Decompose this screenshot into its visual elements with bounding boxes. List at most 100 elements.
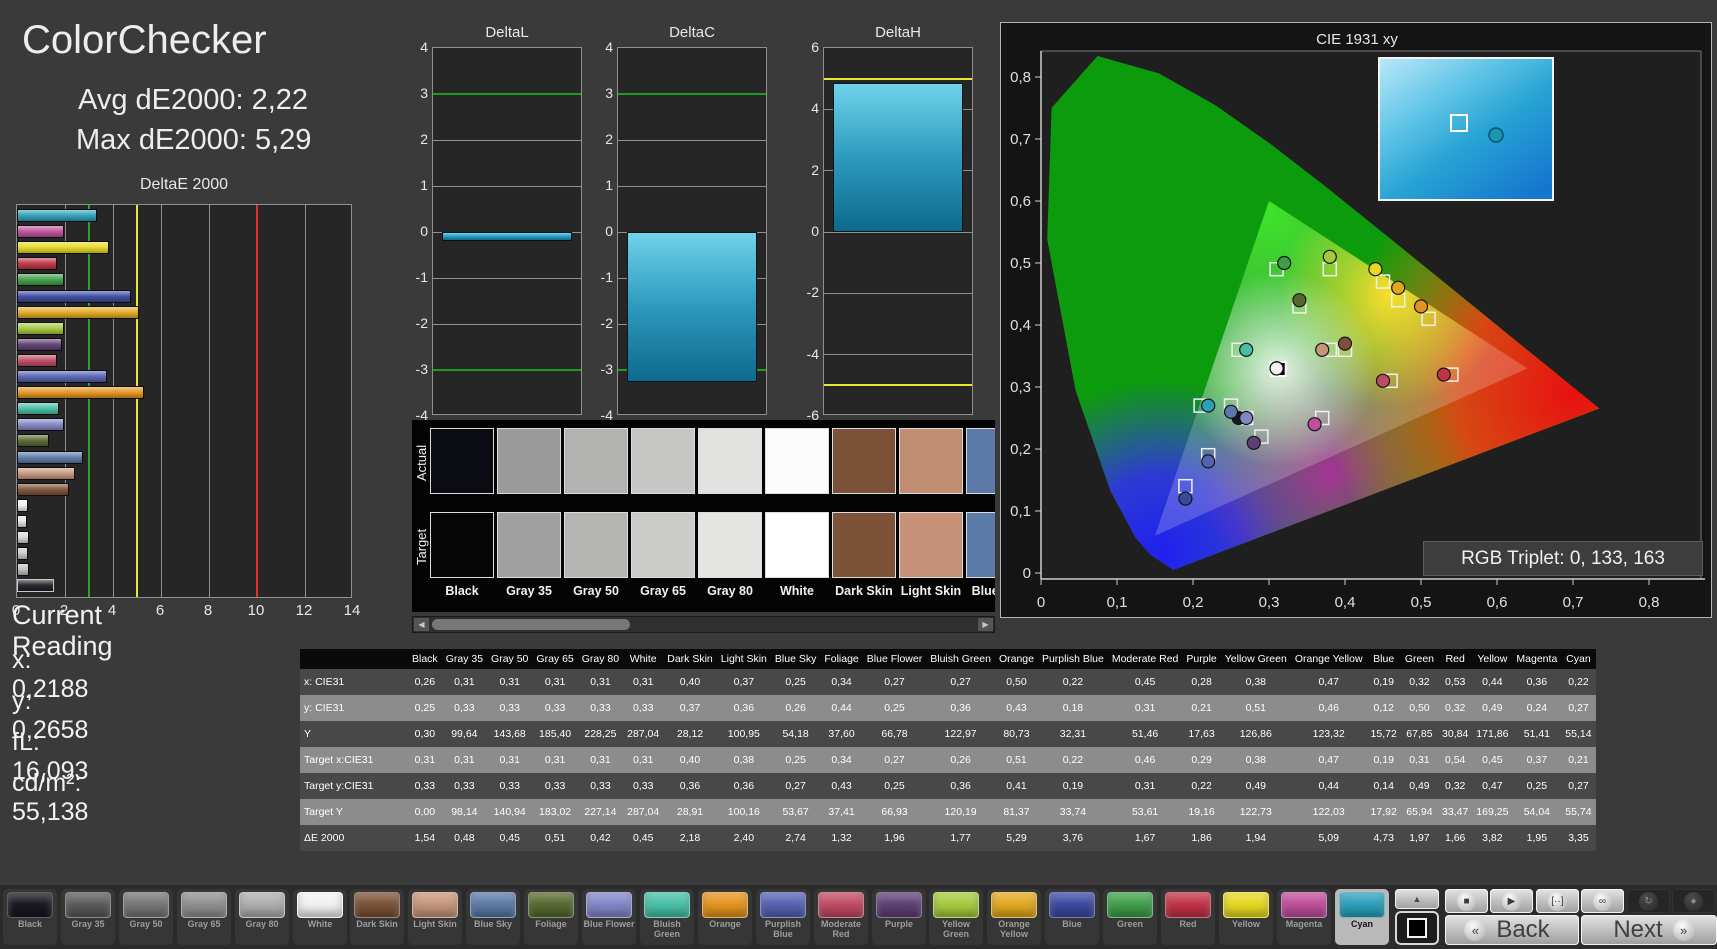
table-column-header: White bbox=[623, 649, 664, 669]
mini-chart-title: DeltaC bbox=[669, 24, 715, 41]
table-cell: 0,14 bbox=[1366, 773, 1401, 799]
table-cell: 0,27 bbox=[926, 669, 995, 695]
refresh-button[interactable]: ↻ bbox=[1627, 889, 1670, 913]
patch-tile-dark-skin[interactable]: Dark Skin bbox=[350, 889, 404, 945]
table-cell: 53,67 bbox=[770, 799, 821, 825]
table-column-header: Blue bbox=[1366, 649, 1401, 669]
table-cell: 0,31 bbox=[487, 669, 533, 695]
patch-tile-purple[interactable]: Purple bbox=[872, 889, 926, 945]
table-cell: 0,27 bbox=[862, 669, 927, 695]
mini-y-tick: 4 bbox=[605, 39, 613, 55]
patch-tile-green[interactable]: Green bbox=[1103, 889, 1157, 945]
patch-tile-yellow[interactable]: Yellow bbox=[1219, 889, 1273, 945]
patch-tile-red[interactable]: Red bbox=[1161, 889, 1215, 945]
patch-tile-light-skin[interactable]: Light Skin bbox=[408, 889, 462, 945]
patch-tile-orange[interactable]: Orange bbox=[698, 889, 752, 945]
range-button[interactable]: [··] bbox=[1536, 889, 1579, 913]
table-cell: 0,31 bbox=[1400, 747, 1439, 773]
patch-size-up-button[interactable]: ▲ bbox=[1395, 889, 1439, 909]
table-cell: 28,12 bbox=[663, 721, 717, 747]
table-cell: 0,47 bbox=[1290, 747, 1367, 773]
mini-chart-plot bbox=[823, 47, 973, 415]
play-button[interactable]: ▶ bbox=[1490, 889, 1533, 913]
patch-tile-gray-65[interactable]: Gray 65 bbox=[177, 889, 231, 945]
patch-tile-moderate-red[interactable]: Moderate Red bbox=[814, 889, 868, 945]
mini-y-tick: -2 bbox=[600, 315, 613, 331]
table-cell: 0,27 bbox=[1561, 695, 1596, 721]
table-column-header: Orange bbox=[994, 649, 1038, 669]
patch-tile-blue-sky[interactable]: Blue Sky bbox=[466, 889, 520, 945]
patch-tile-label: Orange bbox=[709, 919, 741, 929]
patch-tile-label: Yellow bbox=[1231, 919, 1260, 929]
patch-tile-gray-80[interactable]: Gray 80 bbox=[235, 889, 289, 945]
red-threshold-line bbox=[256, 205, 258, 597]
gridline bbox=[305, 205, 306, 597]
patch-tile-black[interactable]: Black bbox=[3, 889, 57, 945]
table-cell: 0,25 bbox=[1512, 773, 1562, 799]
table-cell: 0,36 bbox=[1512, 669, 1562, 695]
table-cell: 183,02 bbox=[532, 799, 578, 825]
patch-tile-purplish-blue[interactable]: Purplish Blue bbox=[756, 889, 810, 945]
patch-tile-yellow-green[interactable]: Yellow Green bbox=[929, 889, 983, 945]
target-row-label: Target bbox=[414, 528, 429, 566]
patch-tile-foliage[interactable]: Foliage bbox=[524, 889, 578, 945]
patch-tile-cyan[interactable]: Cyan bbox=[1335, 889, 1389, 945]
patch-tile-label: Moderate Red bbox=[820, 919, 861, 939]
patch-tile-blue[interactable]: Blue bbox=[1045, 889, 1099, 945]
table-row: Target x:CIE31 0,31 0,31 0,31 0,31 0,31 0,31 0,… bbox=[300, 747, 1596, 773]
measured-marker bbox=[1201, 398, 1216, 413]
measured-marker bbox=[1178, 491, 1193, 506]
table-column-header: Red bbox=[1438, 649, 1473, 669]
actual-swatch bbox=[631, 428, 695, 494]
patch-tile-label: Blue Flower bbox=[583, 919, 635, 929]
patch-chip bbox=[1107, 892, 1153, 918]
patch-tile-blue-flower[interactable]: Blue Flower bbox=[582, 889, 636, 945]
patch-chip bbox=[65, 892, 111, 918]
measured-marker bbox=[1307, 417, 1322, 432]
table-cell: 0,46 bbox=[1107, 747, 1183, 773]
loop-button[interactable]: ∞ bbox=[1581, 889, 1624, 913]
patch-tile-bluish-green[interactable]: Bluish Green bbox=[640, 889, 694, 945]
deltae-bar bbox=[17, 209, 98, 222]
patch-chip bbox=[933, 892, 979, 918]
table-cell: 0,26 bbox=[770, 695, 821, 721]
table-cell: 0,43 bbox=[820, 773, 863, 799]
stop-icon: ■ bbox=[1457, 891, 1476, 911]
table-cell: 1,32 bbox=[820, 825, 863, 851]
table-cell: 0,25 bbox=[862, 695, 927, 721]
table-cell: 123,32 bbox=[1290, 721, 1367, 747]
table-row-label: Target y:CIE31 bbox=[300, 773, 408, 799]
patch-tile-label: Foliage bbox=[535, 919, 567, 929]
patch-window-button[interactable] bbox=[1395, 911, 1439, 945]
scrollbar-thumb[interactable] bbox=[432, 619, 630, 630]
patch-tile-magenta[interactable]: Magenta bbox=[1277, 889, 1331, 945]
scroll-left-icon[interactable]: ◀ bbox=[414, 618, 429, 631]
table-cell: 0,36 bbox=[926, 773, 995, 799]
svg-text:0,4: 0,4 bbox=[1010, 317, 1031, 334]
mini-y-tick: 2 bbox=[605, 131, 613, 147]
next-button[interactable]: Next » bbox=[1581, 915, 1717, 945]
scroll-right-icon[interactable]: ▶ bbox=[978, 618, 993, 631]
table-cell: 0,31 bbox=[487, 747, 533, 773]
table-row-label: Target Y bbox=[300, 799, 408, 825]
patch-tile-gray-50[interactable]: Gray 50 bbox=[119, 889, 173, 945]
table-cell: 143,68 bbox=[487, 721, 533, 747]
patch-tile-gray-35[interactable]: Gray 35 bbox=[61, 889, 115, 945]
deltae-x-tick: 12 bbox=[295, 602, 313, 619]
deltae-x-tick: 6 bbox=[155, 602, 165, 619]
swatch-scrollbar[interactable]: ◀ ▶ bbox=[412, 616, 995, 633]
table-cell: 0,21 bbox=[1561, 747, 1596, 773]
svg-text:0,1: 0,1 bbox=[1107, 594, 1128, 611]
back-button[interactable]: « Back bbox=[1445, 915, 1579, 945]
patch-tile-orange-yellow[interactable]: Orange Yellow bbox=[987, 889, 1041, 945]
target-swatch bbox=[698, 512, 762, 578]
patch-tile-white[interactable]: White bbox=[293, 889, 347, 945]
stop-button[interactable]: ■ bbox=[1445, 889, 1488, 913]
colorchecker-screen: ColorChecker Avg dE2000: 2,22 Max dE2000… bbox=[0, 0, 1717, 949]
table-cell: 81,37 bbox=[994, 799, 1038, 825]
results-table: Black Gray 35 Gray 50 Gray 65 Gray 80 White Da… bbox=[300, 649, 1596, 851]
svg-text:0,4: 0,4 bbox=[1335, 594, 1356, 611]
record-button[interactable]: ● bbox=[1672, 889, 1715, 913]
table-cell: 80,73 bbox=[994, 721, 1038, 747]
next-arrow-icon: » bbox=[1672, 919, 1695, 941]
